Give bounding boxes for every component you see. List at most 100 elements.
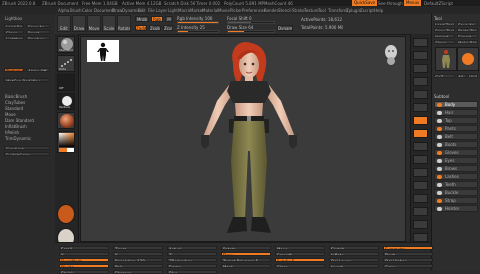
right-shelf-solo-button[interactable] [413, 233, 428, 242]
bottom-z-button[interactable]: Z [167, 252, 217, 256]
zsub-button[interactable]: Zsub [149, 25, 161, 31]
bottom-resolution-128-button[interactable]: Resolution 128 [113, 258, 163, 262]
copy-tool-button[interactable]: Copy Tool [434, 28, 455, 32]
stroke-tile[interactable]: Dots [57, 55, 75, 72]
right-shelf-zoom-button[interactable] [413, 77, 428, 86]
load-tool-button[interactable]: Load Tool [434, 22, 455, 26]
bottom-mask-button[interactable]: Mask [221, 264, 271, 268]
rgb-intensity-slider[interactable] [177, 21, 219, 24]
menu-layer[interactable]: Layer [156, 8, 167, 13]
eye-icon[interactable] [437, 159, 442, 163]
right-shelf-bpr-button[interactable] [413, 38, 428, 47]
bottom-del-lower-button[interactable]: Del Lower [329, 258, 379, 262]
eye-icon[interactable] [437, 151, 442, 155]
alpha-tile[interactable]: Off [57, 74, 75, 91]
matcap-label[interactable]: MatCap Red Wax [4, 78, 50, 82]
make-polymesh-button[interactable]: Make PolyMesh3D [457, 40, 478, 44]
eye-icon[interactable] [437, 111, 442, 115]
subtool-header[interactable]: Subtool [434, 94, 478, 98]
bottom-zoom-button[interactable]: Zoom [113, 246, 163, 250]
right-shelf-aahalf-button[interactable] [413, 103, 428, 112]
menu-transform[interactable]: Transform [328, 8, 348, 13]
subtool-item[interactable]: Brows [434, 165, 478, 172]
menu-preferences[interactable]: Preferences [242, 8, 266, 13]
bottom-invert-button[interactable]: Invert [329, 264, 379, 268]
menu-alpha[interactable]: Alpha [58, 8, 69, 13]
bottom-poly-button[interactable]: Poly [113, 264, 163, 268]
menu-tool[interactable]: Tool [318, 8, 326, 13]
brush-list-item[interactable]: Move [5, 112, 16, 117]
bottom-subdiv-5-button[interactable]: Subdiv 5 [275, 258, 325, 262]
subtool-thumbnail[interactable] [457, 47, 479, 71]
bottom-y-button[interactable]: Y [113, 252, 163, 256]
zadd-button[interactable]: Zadd [135, 25, 147, 31]
texture-tile[interactable]: Texture [57, 93, 75, 110]
menu-color[interactable]: Color [82, 8, 92, 13]
right-shelf-local-button[interactable] [413, 142, 428, 151]
menu-draw[interactable]: Draw [112, 8, 122, 13]
subtool-item[interactable]: Eyes [434, 157, 478, 164]
export-button[interactable]: Export [457, 34, 478, 38]
bottom-smooth-button[interactable]: Smooth [275, 252, 325, 256]
right-shelf-actual-button[interactable] [413, 90, 428, 99]
alpha-off-button[interactable]: Alpha Off [26, 68, 50, 72]
eye-icon[interactable] [437, 143, 442, 147]
dynamic-button[interactable]: Dynamic [277, 25, 293, 31]
bottom-move-button[interactable]: Move [275, 246, 325, 250]
right-shelf-scale-button[interactable] [413, 181, 428, 190]
right-shelf-transp-button[interactable] [413, 220, 428, 229]
eye-icon[interactable] [437, 183, 442, 187]
bottom-blur-button[interactable]: Blur [167, 270, 217, 274]
menu-stroke[interactable]: Stroke [292, 8, 305, 13]
eye-icon[interactable] [437, 207, 442, 211]
menu-render[interactable]: Render [264, 8, 278, 13]
material-sphere-preview[interactable] [57, 204, 75, 224]
menu-material[interactable]: Material [202, 8, 218, 13]
right-shelf-spix-3-button[interactable] [413, 51, 428, 60]
z-intensity-slider[interactable] [177, 30, 219, 33]
brush-tile[interactable]: Standard [57, 36, 75, 53]
bottom-grow-button[interactable]: Grow [383, 264, 433, 268]
bottom-x-button[interactable]: X [59, 252, 109, 256]
bottom-actual-button[interactable]: Actual [167, 246, 217, 250]
mrgb-button[interactable]: Mrgb [135, 16, 149, 22]
subtool-item[interactable]: Body [434, 101, 478, 108]
tool-thumbnail[interactable] [435, 47, 457, 71]
see-through[interactable]: See-through 0 [378, 1, 406, 6]
rgb-button[interactable]: Rgb [151, 16, 163, 22]
bottom-shrink-button[interactable]: Shrink [59, 270, 109, 274]
bottom-zremesher-button[interactable]: ZRemesher [167, 258, 217, 262]
menu-stencil[interactable]: Stencil [278, 8, 292, 13]
bottom-clear-button[interactable]: Clear [275, 264, 325, 268]
brushes-button[interactable]: Brushes [26, 36, 50, 40]
m-button[interactable]: M [165, 16, 173, 22]
eye-icon[interactable] [437, 119, 442, 123]
bottom-target-polygons-5-button[interactable]: Target Polygons 5 [221, 258, 271, 262]
head-gizmo[interactable] [383, 43, 399, 65]
lightbox-header[interactable]: Lightbox [5, 16, 22, 21]
save-as-button[interactable]: Save As [26, 24, 50, 28]
subtool-item[interactable]: Holster [434, 205, 478, 212]
brush-list-item[interactable]: Dam Standard [5, 118, 34, 123]
default-zscript[interactable]: DefaultZScript [424, 1, 453, 6]
menu-brush[interactable]: Brush [70, 8, 82, 13]
navigation-thumbnail[interactable] [87, 40, 119, 62]
eye-icon[interactable] [437, 103, 442, 107]
right-shelf-scroll-button[interactable] [413, 64, 428, 73]
rotate-button[interactable]: Rotate [117, 15, 131, 32]
brush-list-item[interactable]: InflatBrush [5, 124, 27, 129]
brush-list-item[interactable]: Standard [5, 106, 23, 111]
color-picker-tile[interactable] [57, 131, 75, 153]
document-canvas[interactable] [80, 36, 406, 242]
subtool-item[interactable]: Boots [434, 141, 478, 148]
material-tile[interactable] [57, 112, 75, 129]
menu-zplugin[interactable]: Zplugin [346, 8, 361, 13]
clone-button[interactable]: Clone [4, 30, 24, 34]
lightbox-button[interactable]: Lightbox [4, 36, 24, 40]
brush-list-item[interactable]: TrimDynamic [5, 136, 31, 141]
eye-icon[interactable] [437, 175, 442, 179]
eye-icon[interactable] [437, 127, 442, 131]
zcut-button[interactable]: Zcut [163, 25, 173, 31]
menu-texture[interactable]: Texture [304, 8, 319, 13]
menu-edit[interactable]: Edit [138, 8, 146, 13]
